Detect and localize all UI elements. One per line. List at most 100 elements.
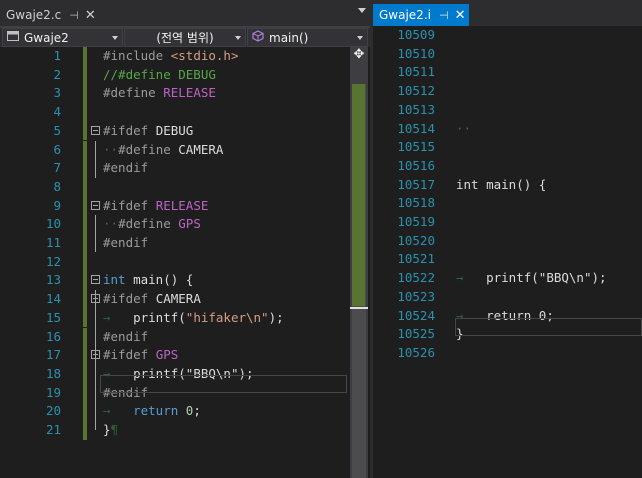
dropdown-arrow-icon[interactable] bbox=[358, 8, 366, 13]
change-indicator bbox=[83, 364, 87, 384]
code-token: <stdio.h> bbox=[170, 48, 239, 63]
close-icon[interactable]: ✕ bbox=[455, 9, 466, 22]
code-line[interactable]: 10 ··#define GPS bbox=[0, 215, 350, 234]
line-source: → printf("BBQ\n"); bbox=[456, 269, 607, 288]
code-token: → bbox=[103, 309, 111, 325]
line-number: 10515 bbox=[397, 139, 435, 155]
caret-position-marker bbox=[350, 307, 368, 309]
tab-gwaje2-c[interactable]: Gwaje2.c ⊣ ✕ bbox=[0, 4, 96, 26]
change-indicator bbox=[83, 159, 87, 178]
line-number: 2 bbox=[53, 66, 61, 82]
line-number: 10512 bbox=[397, 83, 435, 99]
code-token: GPS bbox=[178, 216, 201, 232]
line-source: //#define DEBUG bbox=[103, 66, 216, 85]
code-line[interactable]: 3 #define RELEASE bbox=[0, 84, 350, 104]
code-line[interactable]: 12 bbox=[0, 252, 350, 272]
line-source: #define RELEASE bbox=[103, 84, 216, 103]
window-split-icon[interactable]: ✥ bbox=[350, 47, 368, 63]
code-line[interactable]: 20 → return 0; bbox=[0, 402, 350, 421]
project-dropdown[interactable]: Gwaje2 bbox=[2, 28, 123, 47]
collapse-icon[interactable] bbox=[91, 125, 100, 135]
code-line[interactable]: 7 #endif bbox=[0, 159, 350, 178]
line-number: 3 bbox=[53, 85, 61, 101]
code-token: #define bbox=[103, 85, 156, 101]
change-indicator bbox=[83, 47, 87, 66]
change-indicator bbox=[83, 346, 87, 365]
tab-gwaje2-i[interactable]: Gwaje2.i ⊣ ✕ bbox=[373, 4, 469, 26]
line-number: 10518 bbox=[397, 195, 435, 211]
code-token: ·· bbox=[103, 216, 119, 232]
change-indicator bbox=[83, 177, 87, 197]
code-line[interactable]: 15 → printf("hifaker\n"); bbox=[0, 308, 350, 328]
line-number: 10525 bbox=[397, 326, 435, 342]
line-number: 10520 bbox=[397, 232, 435, 248]
line-source: ··#define GPS bbox=[103, 215, 201, 234]
code-token: main() { bbox=[125, 272, 194, 288]
change-indicator bbox=[83, 383, 87, 403]
code-line[interactable]: 13 int main() { bbox=[0, 271, 350, 291]
code-token: #ifdef bbox=[103, 122, 149, 138]
code-token: RELEASE bbox=[155, 197, 209, 213]
line-number: 14 bbox=[45, 291, 61, 307]
line-number: 15 bbox=[45, 309, 61, 325]
collapse-icon[interactable] bbox=[91, 275, 100, 285]
collapse-icon[interactable] bbox=[91, 200, 100, 210]
code-token: → bbox=[456, 270, 464, 286]
code-line[interactable]: 5 #ifdef DEBUG bbox=[0, 121, 350, 141]
line-number: 10521 bbox=[397, 251, 435, 267]
collapse-icon[interactable] bbox=[91, 294, 100, 304]
code-line[interactable]: 2 //#define DEBUG bbox=[0, 65, 350, 85]
code-line[interactable]: 16 #endif bbox=[0, 327, 350, 347]
code-token: ); bbox=[268, 309, 284, 325]
code-line[interactable]: 6 ··#define CAMERA bbox=[0, 140, 350, 160]
close-icon[interactable]: ✕ bbox=[85, 9, 96, 22]
line-source: #endif bbox=[103, 159, 148, 178]
line-number: 6 bbox=[53, 141, 61, 157]
code-token: CAMERA bbox=[155, 291, 201, 307]
code-token: #endif bbox=[103, 235, 149, 250]
line-number: 10524 bbox=[397, 307, 435, 323]
code-token: GPS bbox=[155, 347, 179, 363]
scope-dropdown[interactable]: (전역 범위) bbox=[124, 28, 246, 47]
code-token: #include bbox=[103, 48, 164, 63]
code-line[interactable]: 4 bbox=[0, 103, 350, 122]
code-line[interactable]: 1 #include <stdio.h> bbox=[0, 47, 350, 66]
code-line[interactable]: 14 #ifdef CAMERA bbox=[0, 290, 350, 309]
code-line[interactable]: 8 bbox=[0, 177, 350, 197]
code-editor-left[interactable]: 1 #include <stdio.h> 2 //#define DEBUG 3 #def… bbox=[0, 47, 370, 478]
line-number: 11 bbox=[45, 235, 61, 250]
line-number: 21 bbox=[45, 422, 61, 437]
code-line[interactable]: 17 #ifdef GPS bbox=[0, 346, 350, 365]
left-editor-pane: Gwaje2.c ⊣ ✕ Gwaje2 (전역 범위) main() 1 #in… bbox=[0, 0, 370, 478]
code-editor-right[interactable]: 10509 10510 10511 10512 10513 10514 ·· 10515 105… bbox=[373, 26, 642, 478]
line-source: ··#define CAMERA bbox=[103, 141, 223, 160]
line-number: 10526 bbox=[397, 344, 435, 360]
change-map-marker bbox=[352, 84, 365, 306]
line-source: #ifdef DEBUG bbox=[103, 122, 193, 141]
code-token: DEBUG bbox=[155, 122, 194, 138]
code-line[interactable]: 9 #ifdef RELEASE bbox=[0, 196, 350, 216]
code-token: return bbox=[133, 403, 179, 419]
line-source: #endif bbox=[103, 234, 148, 253]
pin-icon[interactable]: ⊣ bbox=[69, 9, 79, 22]
collapse-icon[interactable] bbox=[91, 350, 100, 360]
code-token: ¶ bbox=[110, 422, 119, 437]
chevron-down-icon bbox=[112, 36, 118, 40]
tab-title: Gwaje2.c bbox=[6, 8, 62, 22]
code-line[interactable]: 21 }¶ bbox=[0, 421, 350, 440]
line-number: 7 bbox=[53, 160, 61, 176]
line-source: }¶ bbox=[103, 421, 118, 440]
code-line[interactable]: 11 #endif bbox=[0, 234, 350, 253]
code-token: int main() { bbox=[456, 176, 547, 192]
line-number: 10510 bbox=[397, 45, 435, 61]
pin-icon[interactable]: ⊣ bbox=[439, 9, 449, 22]
code-token: int bbox=[103, 272, 126, 288]
line-number: 19 bbox=[45, 384, 61, 400]
change-indicator bbox=[83, 84, 87, 104]
member-dropdown[interactable]: main() bbox=[247, 28, 368, 47]
code-token: ·· bbox=[456, 120, 472, 136]
